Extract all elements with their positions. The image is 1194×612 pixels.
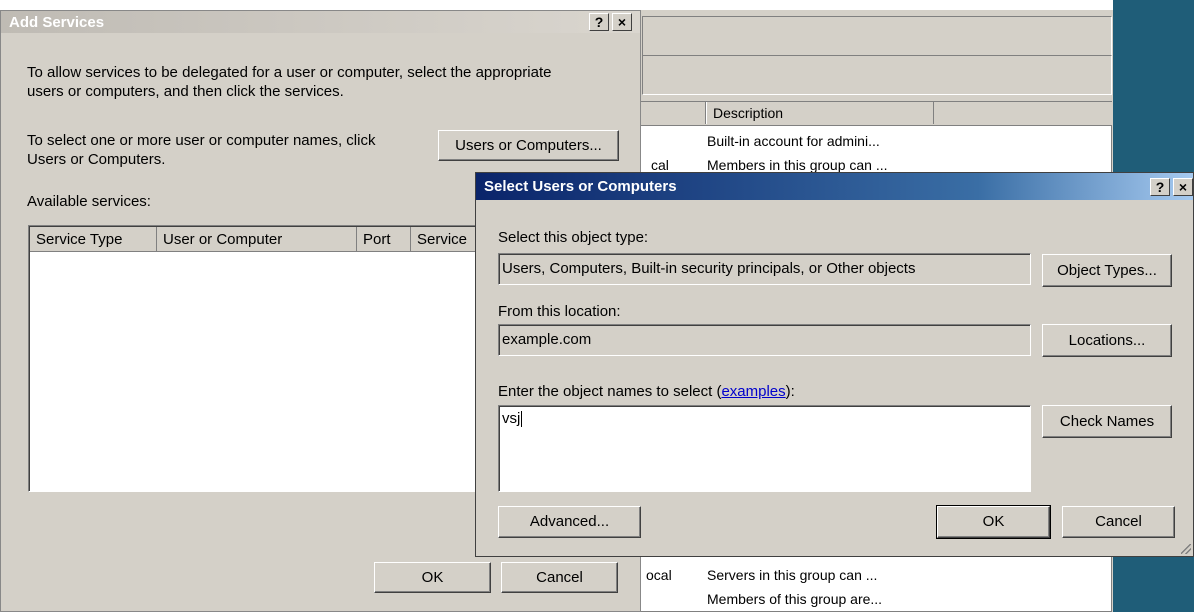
background-row-description[interactable]: Members in this group can ... [707,157,888,173]
location-field: example.com [498,324,1031,356]
advanced-button[interactable]: Advanced... [498,506,641,538]
object-names-label: Enter the object names to select (exampl… [498,383,795,400]
column-user-or-computer[interactable]: User or Computer [157,227,357,251]
available-services-list[interactable]: Service Type User or Computer Port Servi… [28,225,488,492]
ok-button[interactable]: OK [374,562,491,593]
resize-grip[interactable] [1181,544,1191,554]
select-users-title: Select Users or Computers [484,178,677,195]
column-port[interactable]: Port [357,227,411,251]
background-row-description[interactable]: Built-in account for admini... [707,133,880,149]
cancel-button[interactable]: Cancel [501,562,618,593]
instructions-line-1: To allow services to be delegated for a … [27,64,552,81]
help-button[interactable]: ? [1150,178,1170,196]
select-instructions-line-2: Users or Computers. [27,151,166,168]
ok-button[interactable]: OK [936,505,1051,539]
select-instructions-line-1: To select one or more user or computer n… [27,132,376,149]
background-row-type[interactable]: cal [651,157,669,173]
background-field-1 [642,16,1112,56]
cancel-button[interactable]: Cancel [1062,506,1175,538]
background-list-header: Description [640,102,1112,126]
help-button[interactable]: ? [589,13,609,31]
background-row-description[interactable]: Members of this group are... [707,591,882,607]
background-row-type[interactable]: ocal [646,567,672,583]
check-names-button[interactable]: Check Names [1042,405,1172,438]
services-list-header: Service Type User or Computer Port Servi… [30,227,486,252]
users-or-computers-button[interactable]: Users or Computers... [438,130,619,161]
instructions-line-2: users or computers, and then click the s… [27,83,344,100]
location-label: From this location: [498,303,621,320]
close-button[interactable]: × [1173,178,1193,196]
text-cursor [521,411,523,428]
object-type-field: Users, Computers, Built-in security prin… [498,253,1031,285]
object-names-label-suffix: ): [785,383,795,400]
close-button[interactable]: × [612,13,632,31]
examples-link[interactable]: examples [721,383,785,400]
object-names-label-prefix: Enter the object names to select ( [498,383,722,400]
background-column-header[interactable] [640,102,706,124]
background-row-description[interactable]: Servers in this group can ... [707,567,877,583]
add-services-titlebar[interactable]: Add Services [1,11,640,33]
select-users-dialog: Select Users or Computers ? × Select thi… [475,172,1194,557]
object-type-label: Select this object type: [498,229,649,246]
object-names-value: vsj [502,410,521,427]
background-field-2 [642,55,1112,95]
locations-button[interactable]: Locations... [1042,324,1172,357]
add-services-title: Add Services [9,14,105,31]
select-users-titlebar[interactable]: Select Users or Computers [476,173,1193,200]
object-names-input[interactable]: vsj [498,405,1031,492]
background-column-description[interactable]: Description [706,102,934,124]
object-types-button[interactable]: Object Types... [1042,254,1172,287]
available-services-label: Available services: [27,193,151,210]
column-service-type[interactable]: Service Type [30,227,157,251]
